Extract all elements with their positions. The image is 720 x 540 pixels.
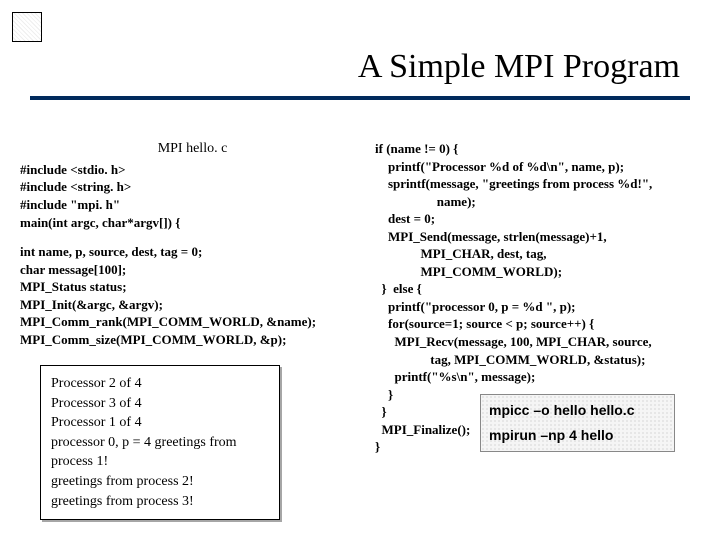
program-output-box: Processor 2 of 4 Processor 3 of 4 Proces… [40,365,280,520]
output-line: Processor 2 of 4 [51,374,269,394]
code-line: MPI_Status status; [20,278,365,296]
compile-command: mpicc –o hello hello.c [489,401,666,420]
code-line: MPI_Comm_rank(MPI_COMM_WORLD, &name); [20,313,365,331]
code-line: MPI_Init(&argc, &argv); [20,296,365,314]
code-line: #include "mpi. h" [20,196,365,214]
source-file-name: MPI hello. c [20,140,365,159]
output-line: greetings from process 2! [51,472,269,492]
shell-commands-box: mpicc –o hello hello.c mpirun –np 4 hell… [480,394,675,452]
output-line: Processor 1 of 4 [51,413,269,433]
code-line: #include <string. h> [20,178,365,196]
output-line: Processor 3 of 4 [51,394,269,414]
output-line: processor 0, p = 4 greetings from proces… [51,433,269,472]
run-command: mpirun –np 4 hello [489,426,666,445]
code-line: char message[100]; [20,261,365,279]
code-line: #include <stdio. h> [20,161,365,179]
code-line: MPI_Comm_size(MPI_COMM_WORLD, &p); [20,331,365,349]
code-line: int name, p, source, dest, tag = 0; [20,243,365,261]
university-logo [12,12,42,42]
code-block-left: MPI hello. c #include <stdio. h> #includ… [20,140,365,348]
title-underline [30,96,690,100]
code-line: main(int argc, char*argv[]) { [20,214,365,232]
slide-title: A Simple MPI Program [358,48,680,86]
output-line: greetings from process 3! [51,492,269,512]
